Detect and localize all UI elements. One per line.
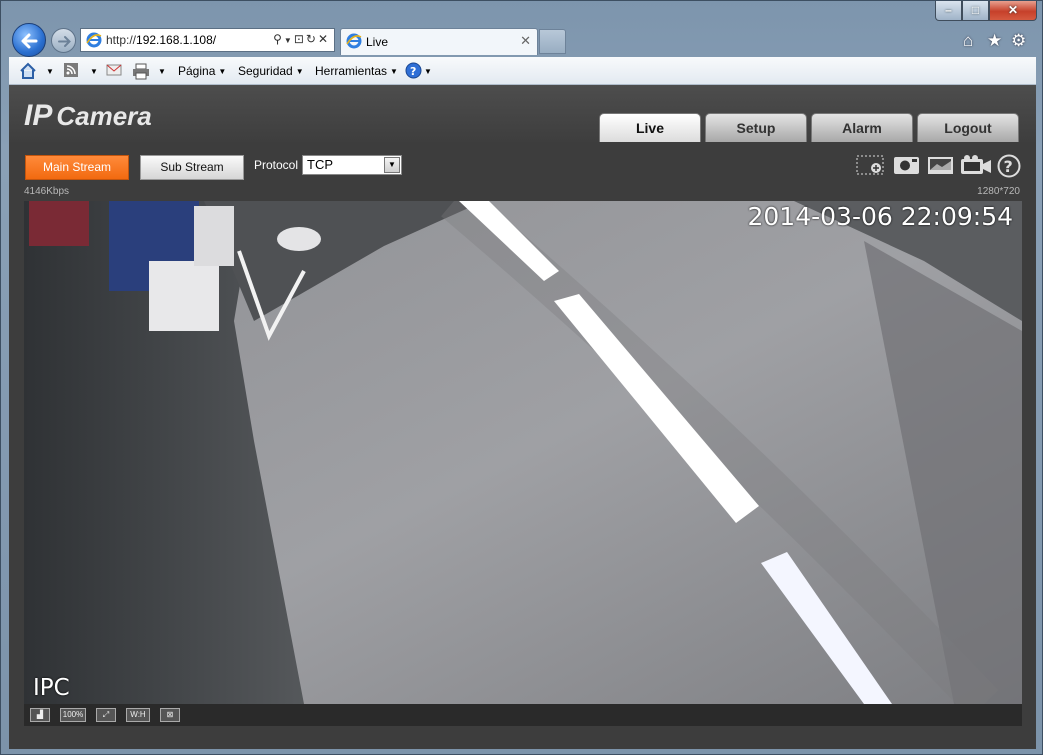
protocol-value: TCP [307, 157, 333, 172]
zoom-region-icon[interactable] [856, 154, 886, 176]
address-tools[interactable]: ⚲▼⊡↻✕ [273, 32, 330, 46]
command-bar: ▼ ▼ ▼ Página ▼ Seguridad ▼ Herramientas ▼ ?… [9, 57, 1036, 85]
svg-text:?: ? [410, 65, 416, 78]
feeds-icon[interactable] [63, 62, 79, 78]
minimize-button[interactable]: – [935, 1, 962, 21]
maximize-button[interactable]: □ [962, 1, 989, 21]
maximize-icon: □ [971, 3, 980, 17]
menu-pagina[interactable]: Página ▼ [178, 64, 226, 78]
chevron-down-icon: ▼ [295, 67, 304, 76]
tab-title: Live [366, 35, 389, 49]
menu-herramientas[interactable]: Herramientas ▼ [315, 64, 398, 78]
nav-tab-alarm[interactable]: Alarm [811, 113, 913, 142]
fullscreen-button[interactable]: ⤢ [96, 708, 116, 722]
nav-tab-logout[interactable]: Logout [917, 113, 1019, 142]
fit-window-icon: ▟ [36, 710, 44, 719]
protocol-label: Protocol [254, 158, 299, 172]
aspect-ratio-button[interactable]: W:H [126, 708, 150, 722]
osd-timestamp: 2014-03-06 22:09:54 [747, 202, 1013, 231]
zoom-100-label: 100% [62, 710, 84, 719]
main-stream-button[interactable]: Main Stream [25, 155, 129, 180]
fullscreen-icon: ⤢ [102, 710, 110, 719]
camera-web-page: IP Camera Live Setup Alarm Logout Main St… [9, 85, 1036, 749]
chevron-down-icon: ▼ [384, 157, 400, 173]
minimize-icon: – [945, 3, 952, 17]
search-icon[interactable]: ⚲ [273, 32, 284, 46]
brand-logo: IP Camera [24, 99, 152, 133]
chevron-down-icon: ▼ [390, 67, 398, 76]
forward-button[interactable] [51, 28, 76, 53]
protocol-select[interactable]: TCP ▼ [302, 155, 402, 175]
osd-channel-name: IPC [33, 675, 70, 701]
page-header: IP Camera Live Setup Alarm Logout [9, 85, 1036, 142]
snapshot-icon[interactable] [893, 154, 921, 176]
image-icon[interactable] [927, 154, 955, 176]
feeds-dropdown-icon[interactable]: ▼ [87, 64, 98, 78]
record-icon[interactable] [960, 154, 992, 176]
stop-icon[interactable]: ✕ [318, 32, 330, 46]
home-dropdown-icon[interactable]: ▼ [43, 64, 54, 78]
back-arrow-icon [21, 33, 38, 49]
brand-ip: IP [24, 99, 53, 132]
video-control-bar: ▟ 100% ⤢ W:H ⊠ [24, 704, 1022, 726]
stretch-button[interactable]: ⊠ [160, 708, 180, 722]
back-button[interactable] [12, 23, 46, 57]
menu-pagina-label: Página [178, 64, 216, 78]
dropdown-icon[interactable]: ▼ [284, 36, 294, 45]
new-tab-button[interactable] [539, 29, 566, 54]
address-bar[interactable]: http://192.168.1.108/ ⚲▼⊡↻✕ [80, 28, 335, 52]
nav-tab-setup[interactable]: Setup [705, 113, 807, 142]
mail-icon[interactable] [106, 62, 122, 78]
stretch-icon: ⊠ [166, 710, 174, 719]
browser-tab-live[interactable]: Live ✕ [340, 28, 538, 55]
help-icon[interactable]: ? [405, 62, 422, 79]
ie-logo-icon [86, 32, 102, 48]
url-scheme: http:// [106, 33, 137, 47]
menu-herramientas-label: Herramientas [315, 64, 388, 78]
refresh-icon[interactable]: ↻ [306, 32, 318, 46]
chevron-down-icon: ▼ [218, 67, 227, 76]
favorites-star-icon[interactable]: ★ [987, 31, 1002, 51]
print-icon[interactable] [132, 62, 150, 80]
aspect-ratio-label: W:H [130, 710, 146, 719]
sub-stream-button[interactable]: Sub Stream [140, 155, 244, 180]
home-icon[interactable] [19, 62, 37, 80]
video-frame-image [24, 201, 1022, 704]
forward-arrow-icon [58, 36, 71, 47]
menu-seguridad-label: Seguridad [238, 64, 293, 78]
help-icon[interactable]: ? [997, 154, 1021, 178]
address-url: http://192.168.1.108/ [106, 33, 216, 47]
svg-text:?: ? [1004, 157, 1013, 176]
url-host: 192.168.1.108/ [136, 33, 217, 47]
nav-tab-live[interactable]: Live [599, 113, 701, 142]
close-icon: ✕ [1007, 3, 1019, 17]
ie-logo-icon [346, 33, 362, 49]
resolution-text: 1280*720 [977, 186, 1020, 197]
browser-window: – □ ✕ http://192.168.1.108/ ⚲▼⊡↻✕ Live ✕… [0, 0, 1043, 755]
live-video-view[interactable]: 2014-03-06 22:09:54 IPC [24, 201, 1022, 704]
print-dropdown-icon[interactable]: ▼ [155, 64, 166, 78]
menu-seguridad[interactable]: Seguridad ▼ [238, 64, 304, 78]
compat-view-icon[interactable]: ⊡ [294, 32, 306, 46]
brand-camera: Camera [56, 101, 152, 131]
close-window-button[interactable]: ✕ [989, 1, 1037, 21]
live-toolbar: Main Stream Sub Stream Protocol TCP ▼ ? [9, 142, 1036, 186]
gear-icon[interactable]: ⚙ [1011, 31, 1026, 51]
zoom-100-button[interactable]: 100% [60, 708, 86, 722]
bitrate-text: 4146Kbps [24, 186, 70, 197]
close-tab-icon[interactable]: ✕ [520, 33, 531, 49]
help-dropdown-icon[interactable]: ▼ [421, 64, 432, 78]
home-icon[interactable]: ⌂ [963, 31, 973, 51]
fit-window-button[interactable]: ▟ [30, 708, 50, 722]
